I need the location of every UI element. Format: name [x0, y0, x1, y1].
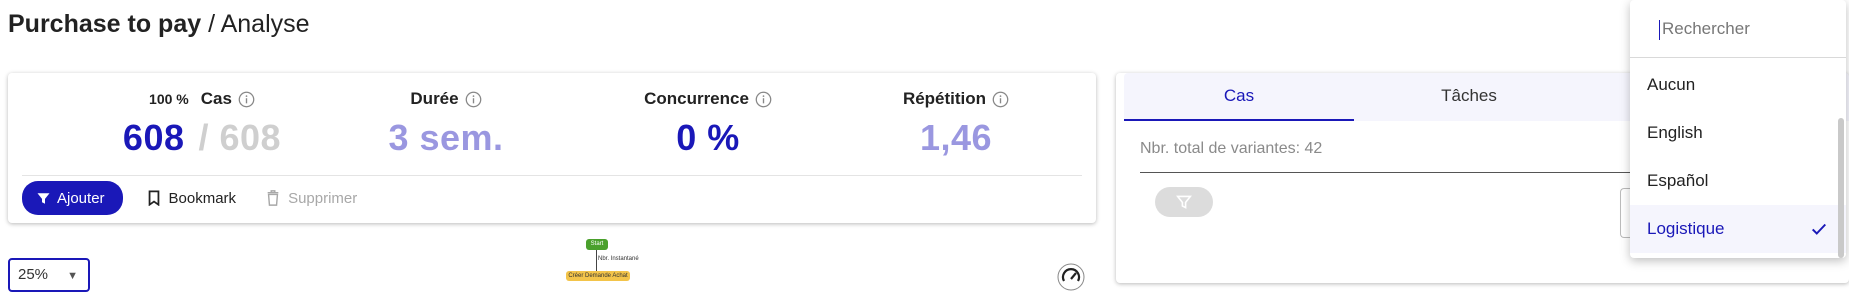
- delete-button[interactable]: Supprimer: [260, 190, 363, 207]
- process-map-start-node[interactable]: Start: [586, 239, 608, 250]
- filter-actions: Ajouter Bookmark Supprimer: [22, 181, 363, 215]
- bookmark-icon: [148, 190, 159, 206]
- info-icon[interactable]: [992, 91, 1009, 108]
- kpi-concurrency: Concurrence 0 %: [588, 87, 828, 159]
- dropdown-option-espanol[interactable]: Español: [1630, 157, 1846, 205]
- info-icon[interactable]: [465, 91, 482, 108]
- kpi-repetition: Répétition 1,46: [836, 87, 1076, 159]
- chevron-down-icon: ▼: [67, 270, 78, 282]
- variants-count-field: Nbr. total de variantes: 42: [1140, 136, 1640, 173]
- dropdown-option-logistique[interactable]: Logistique: [1630, 205, 1846, 253]
- kpi-cases: 100 % Cas 608 / 608: [82, 87, 322, 159]
- page-title-process: Purchase to pay: [8, 10, 202, 38]
- kpi-cases-percent: 100 %: [149, 91, 189, 107]
- page-title: Purchase to pay / Analyse: [8, 10, 310, 39]
- kpi-repetition-value: 1,46: [919, 117, 993, 158]
- process-map-task-node[interactable]: Créer Demande Achat: [566, 271, 630, 281]
- variant-filter-button[interactable]: [1155, 187, 1213, 217]
- speedometer-icon[interactable]: [1056, 262, 1086, 292]
- view-dropdown-menu: Aucun English Español Logistique: [1630, 0, 1846, 258]
- dropdown-option-none[interactable]: Aucun: [1630, 61, 1846, 109]
- kpi-cases-label: Cas: [200, 89, 232, 108]
- page-title-section: / Analyse: [201, 10, 310, 38]
- kpi-duration-label: Durée: [410, 89, 459, 108]
- info-icon[interactable]: [755, 91, 772, 108]
- bookmark-button[interactable]: Bookmark: [141, 190, 243, 207]
- zoom-value: 25%: [18, 266, 49, 283]
- dropdown-option-english[interactable]: English: [1630, 109, 1846, 157]
- tab-tasks[interactable]: Tâches: [1354, 73, 1584, 121]
- tab-cases[interactable]: Cas: [1124, 73, 1354, 121]
- kpi-concurrency-value: 0 %: [676, 117, 740, 158]
- kpi-cases-total: / 608: [198, 117, 282, 158]
- dropdown-option-label: Logistique: [1647, 219, 1725, 238]
- kpi-duration-value: 3 sem.: [388, 117, 504, 158]
- kpi-repetition-label: Répétition: [902, 89, 987, 108]
- delete-label: Supprimer: [288, 189, 358, 207]
- dropdown-scrollbar[interactable]: [1838, 118, 1844, 258]
- dropdown-search-input[interactable]: [1660, 18, 1834, 40]
- filter-icon: [37, 192, 50, 204]
- filter-icon: [1176, 195, 1192, 209]
- kpi-cases-value: 608: [122, 117, 185, 158]
- dropdown-search: [1630, 0, 1846, 58]
- info-icon[interactable]: [238, 91, 255, 108]
- kpi-duration: Durée 3 sem.: [326, 87, 566, 159]
- kpi-concurrency-label: Concurrence: [644, 89, 749, 108]
- divider: [22, 175, 1082, 176]
- trash-icon: [267, 190, 279, 206]
- bookmark-label: Bookmark: [168, 189, 237, 207]
- add-filter-button[interactable]: Ajouter: [22, 181, 123, 215]
- check-icon: [1811, 223, 1827, 235]
- process-map-edge-label: Nbr. Instantané: [598, 256, 639, 262]
- add-filter-label: Ajouter: [57, 189, 105, 207]
- kpi-card: 100 % Cas 608 / 608 Durée 3 sem. Concurre…: [8, 73, 1096, 223]
- zoom-select[interactable]: 25% ▼: [8, 258, 90, 292]
